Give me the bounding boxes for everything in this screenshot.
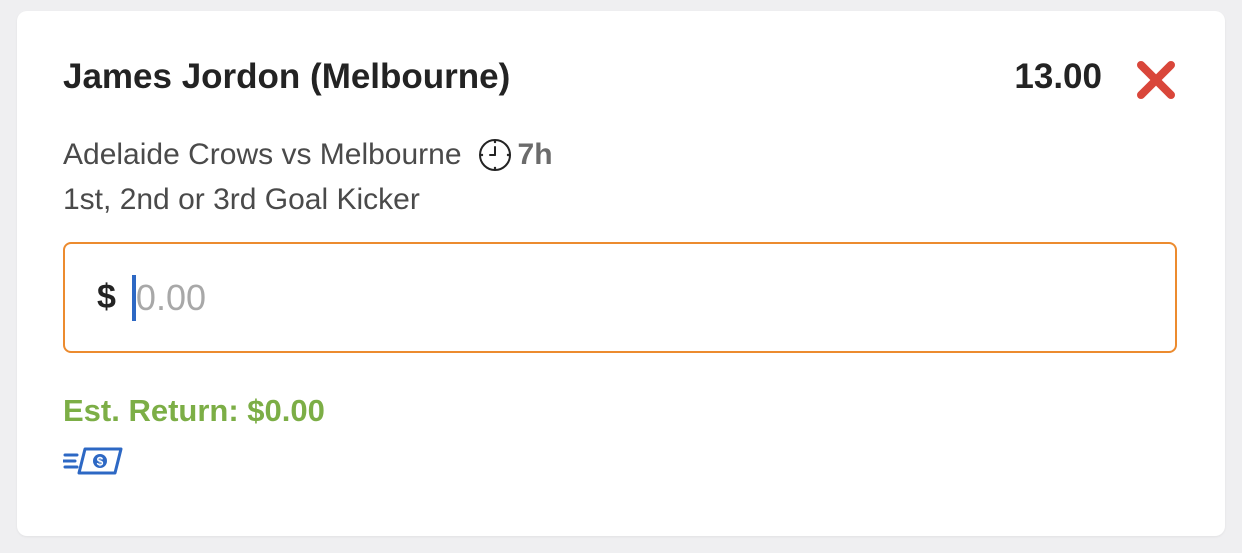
remove-bet-button[interactable] bbox=[1135, 59, 1177, 101]
currency-symbol: $ bbox=[97, 278, 116, 316]
selection-title: James Jordon (Melbourne) bbox=[63, 57, 511, 96]
time-to-start: 7h bbox=[517, 138, 553, 171]
stake-field[interactable]: $ bbox=[63, 242, 1177, 353]
match-info: Adelaide Crows vs Melbourne 7h bbox=[63, 135, 553, 175]
bet-slip-card: James Jordon (Melbourne) 13.00 Adelaide … bbox=[17, 11, 1225, 536]
clock-icon bbox=[478, 139, 511, 171]
stake-input[interactable] bbox=[135, 276, 1036, 319]
close-icon bbox=[1137, 61, 1175, 99]
svg-text:$: $ bbox=[97, 455, 104, 469]
estimated-return: Est. Return: $0.00 bbox=[63, 393, 325, 428]
market-name: 1st, 2nd or 3rd Goal Kicker bbox=[63, 183, 420, 216]
cash-out-icon[interactable]: $ bbox=[63, 445, 123, 477]
match-name: Adelaide Crows vs Melbourne bbox=[63, 138, 462, 171]
odds-value: 13.00 bbox=[1014, 57, 1102, 96]
